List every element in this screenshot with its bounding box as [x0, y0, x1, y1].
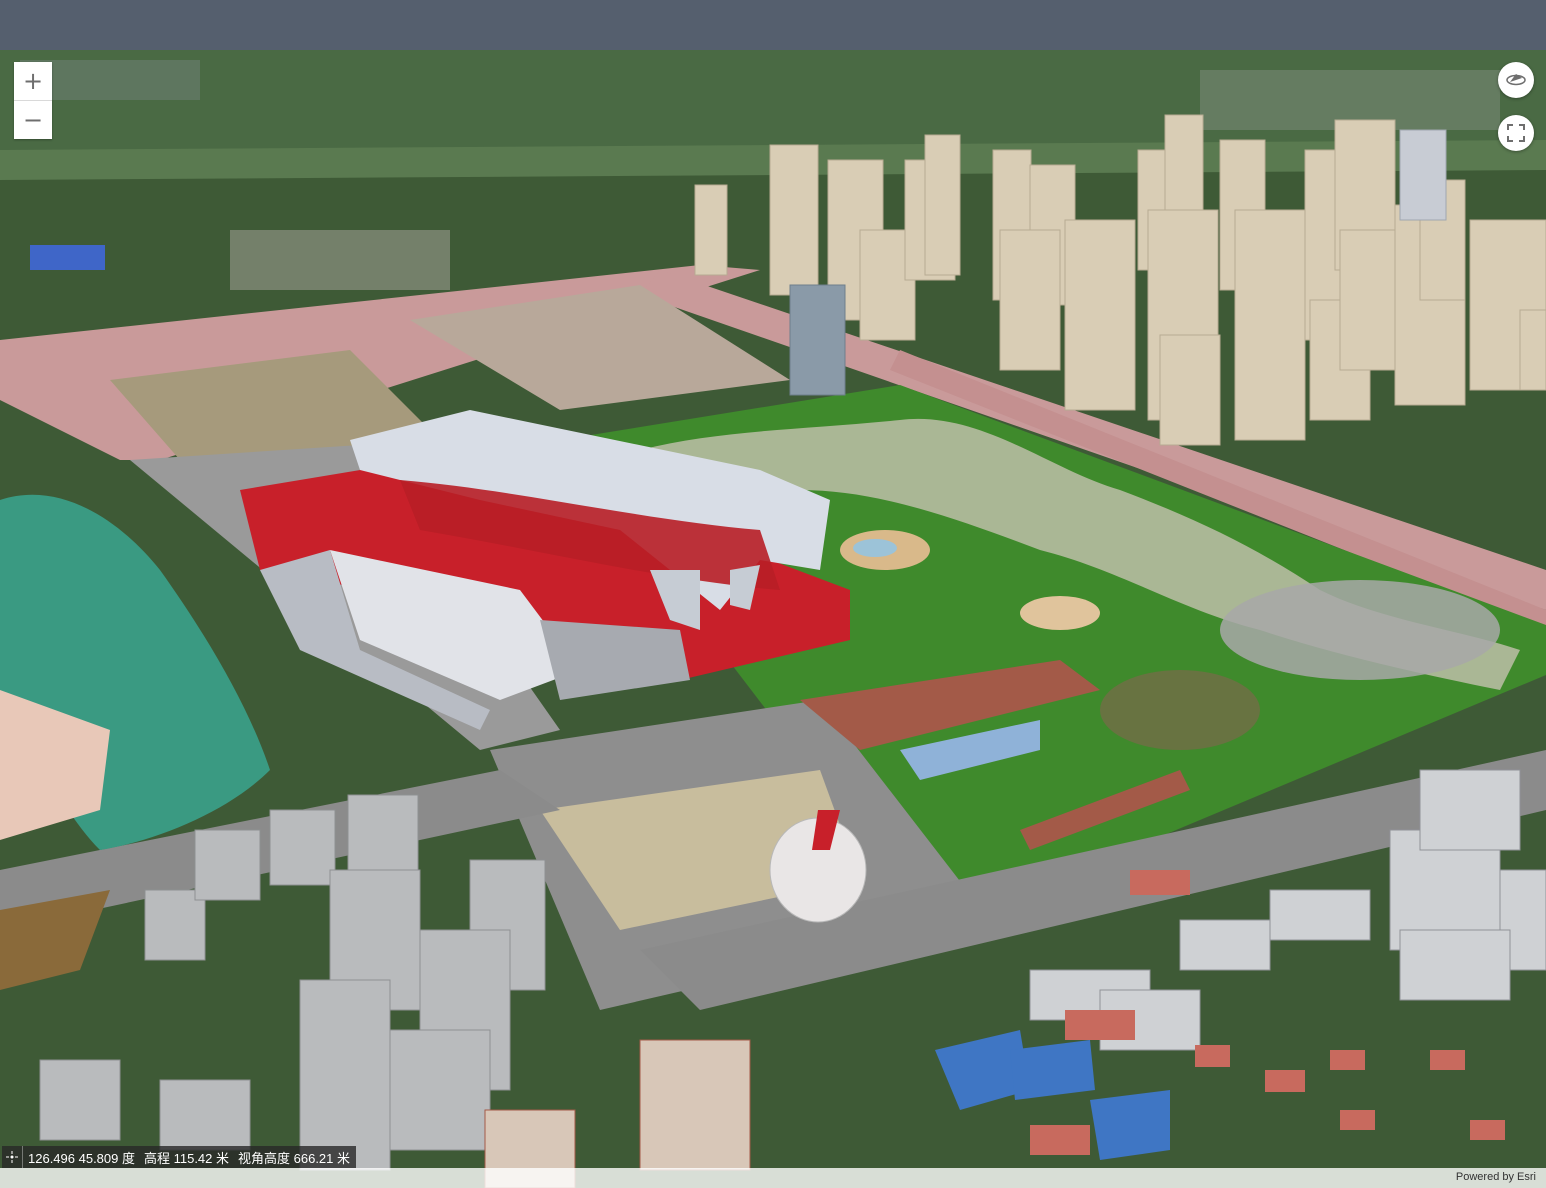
bare-soil-patch — [1100, 670, 1260, 750]
attribution-bar: Powered by Esri — [0, 1168, 1546, 1188]
elevation-value: 高程 115.42 米 — [143, 1150, 230, 1166]
coordinate-readout: 126.496 45.809 度 高程 115.42 米 视角高度 666.21… — [2, 1146, 357, 1168]
zoom-in-button[interactable]: + — [14, 62, 52, 100]
crosshair-icon — [6, 1151, 18, 1163]
fountain-circle-2 — [1020, 596, 1100, 630]
camera-height-value: 视角高度 666.21 米 — [238, 1150, 351, 1166]
fountain-pool — [853, 539, 897, 557]
fullscreen-button[interactable] — [1498, 115, 1534, 151]
fullscreen-icon — [1507, 124, 1525, 142]
compass-button[interactable] — [1498, 62, 1534, 98]
lon-lat-value: 126.496 45.809 度 — [28, 1150, 135, 1166]
coords-toggle-button[interactable] — [2, 1146, 23, 1168]
far-buildings-cluster — [230, 230, 450, 290]
glass-office-tower — [789, 284, 846, 396]
zoom-controls: + − — [14, 62, 52, 139]
scene-view[interactable]: + − 126.496 45.809 度 高程 115.42 米 视角高度 66… — [0, 50, 1546, 1188]
3d-city-scene[interactable] — [0, 50, 1546, 1188]
blue-roof-building — [30, 245, 105, 270]
zoom-out-button[interactable]: − — [14, 100, 52, 139]
compass-icon — [1506, 74, 1526, 86]
grey-tower-ne — [1399, 129, 1447, 221]
top-header-bar — [0, 0, 1546, 50]
gray-paved-area — [1220, 580, 1500, 680]
powered-by-esri[interactable]: Powered by Esri — [1456, 1171, 1536, 1183]
